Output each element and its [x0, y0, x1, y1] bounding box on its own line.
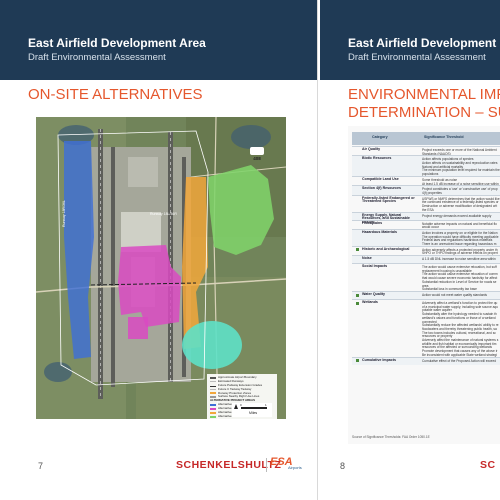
column-header-threshold: Significance Threshold	[424, 135, 464, 139]
table-row: Social Impacts The action would cause ext…	[352, 263, 500, 291]
table-row: Historic and Archaeological Action advers…	[352, 245, 500, 255]
north-arrow-icon	[234, 404, 238, 409]
table-row: Federally-listed Endangered or Threatene…	[352, 194, 500, 212]
table-row: Floodplains Notable adverse impacts on na…	[352, 219, 500, 229]
footer-divider	[266, 458, 267, 472]
esa-airports-logo: ESA Airports	[270, 456, 308, 474]
table-row: Air Quality Project exceeds one or more o…	[352, 146, 500, 156]
row-category: Historic and Archaeological	[355, 246, 410, 252]
legend-swatch	[210, 411, 216, 414]
highway-shield-label: 408	[253, 156, 261, 161]
slide-header: East Airfield Development Area Draft Env…	[0, 0, 317, 80]
header-subtitle: Draft Environmental Assessment	[28, 52, 166, 63]
slide-header: East Airfield Development Draft Environm…	[320, 0, 500, 80]
legend-swatch	[210, 392, 216, 395]
table-row: Hazardous Materials Action involves a pro…	[352, 228, 500, 246]
runway-label-west: Runway 18R/36L	[62, 200, 66, 227]
column-header-category: Category	[372, 135, 388, 139]
table-row: Water Quality Action would not meet water…	[352, 291, 500, 299]
significance-table: Category Significance Threshold Air Qual…	[348, 126, 500, 444]
table-header-row: Category Significance Threshold	[352, 132, 500, 145]
table-row: Energy Supply, Natural Resources, and Su…	[352, 211, 500, 224]
legend-label: Alternative 6	[218, 418, 234, 419]
row-category: Cumulative Impacts	[356, 357, 396, 362]
schenkelshultz-logo: SC	[480, 459, 496, 471]
row-category: Federally-listed Endangered or Threatene…	[362, 195, 415, 204]
slide-title-line-2: DETERMINATION – SU	[348, 104, 500, 121]
scale-tick-start: 0	[240, 403, 242, 407]
page-number: 8	[340, 461, 346, 471]
table-row: Cumulative Impacts Cumulative effect of t…	[352, 356, 500, 365]
alternatives-map: Runway 18R/36L Runway 18L/36R 408 Approx…	[36, 117, 286, 419]
row-category: Water Quality	[355, 292, 386, 297]
runway-label-center: Runway 18L/36R	[150, 212, 177, 216]
row-category: Floodplains	[362, 220, 383, 225]
header-title: East Airfield Development Area	[28, 36, 206, 50]
slide-title: ON-SITE ALTERNATIVES	[28, 86, 203, 103]
scale-unit: Miles	[249, 411, 258, 415]
table-row: Biotic Resources Action affects populatio…	[352, 155, 500, 176]
row-threshold-line: Project energy demands exceed available …	[422, 213, 492, 218]
row-category: Section 4(f) Resources	[362, 186, 401, 191]
legend-swatch	[210, 385, 216, 387]
row-category: Wetlands	[356, 300, 378, 305]
table-row: Compatible Land Use Some threshold as noi…	[352, 175, 500, 186]
legend-swatch	[210, 376, 216, 379]
scale-tick-end: 1	[265, 403, 267, 407]
table-row: Noise A 1.5 dB DNL increase to noise sens…	[352, 255, 500, 264]
row-category: Hazardous Materials	[362, 229, 397, 234]
row-threshold-line: Cumulative effect of the Proposed Action…	[422, 358, 497, 363]
page-number: 7	[38, 461, 44, 471]
header-subtitle: Draft Environmental Assessment	[348, 52, 486, 63]
row-threshold-line: Action would not meet water quality stan…	[422, 293, 488, 297]
row-threshold-line: A 1.5 dB DNL increase to noise sensitive…	[422, 257, 496, 262]
legend-swatch	[210, 408, 216, 411]
slide-page-7: East Airfield Development Area Draft Env…	[0, 0, 318, 500]
table-row: Wetlands Adversely affect a wetland's fun…	[352, 299, 500, 357]
table-row: Section 4(f) Resources Project constitute…	[352, 185, 500, 195]
legend-swatch	[210, 404, 216, 407]
row-category: Compatible Land Use	[362, 176, 399, 181]
legend-swatch	[210, 389, 216, 391]
row-threshold-line: Substantial reduction in Level of Servic…	[422, 279, 497, 284]
table-source-note: Source of Significance Thresholds: FAA O…	[352, 435, 430, 439]
scale-bar	[241, 407, 267, 409]
row-category: Biotic Resources	[362, 156, 392, 161]
highway-shield-408: 408	[250, 147, 264, 161]
map-scale: 0 1 Miles	[232, 403, 272, 417]
slide-title-line-1: ENVIRONMENTAL IMP	[348, 86, 500, 103]
legend-swatch	[210, 381, 216, 383]
row-category: Social Impacts	[362, 264, 388, 269]
header-title: East Airfield Development	[348, 36, 497, 50]
slide-page-8: East Airfield Development Draft Environm…	[320, 0, 500, 500]
row-category: Air Quality	[362, 147, 381, 151]
legend-swatch	[210, 415, 216, 418]
row-category: Noise	[362, 256, 372, 261]
esa-logo-subtext: Airports	[288, 465, 302, 470]
